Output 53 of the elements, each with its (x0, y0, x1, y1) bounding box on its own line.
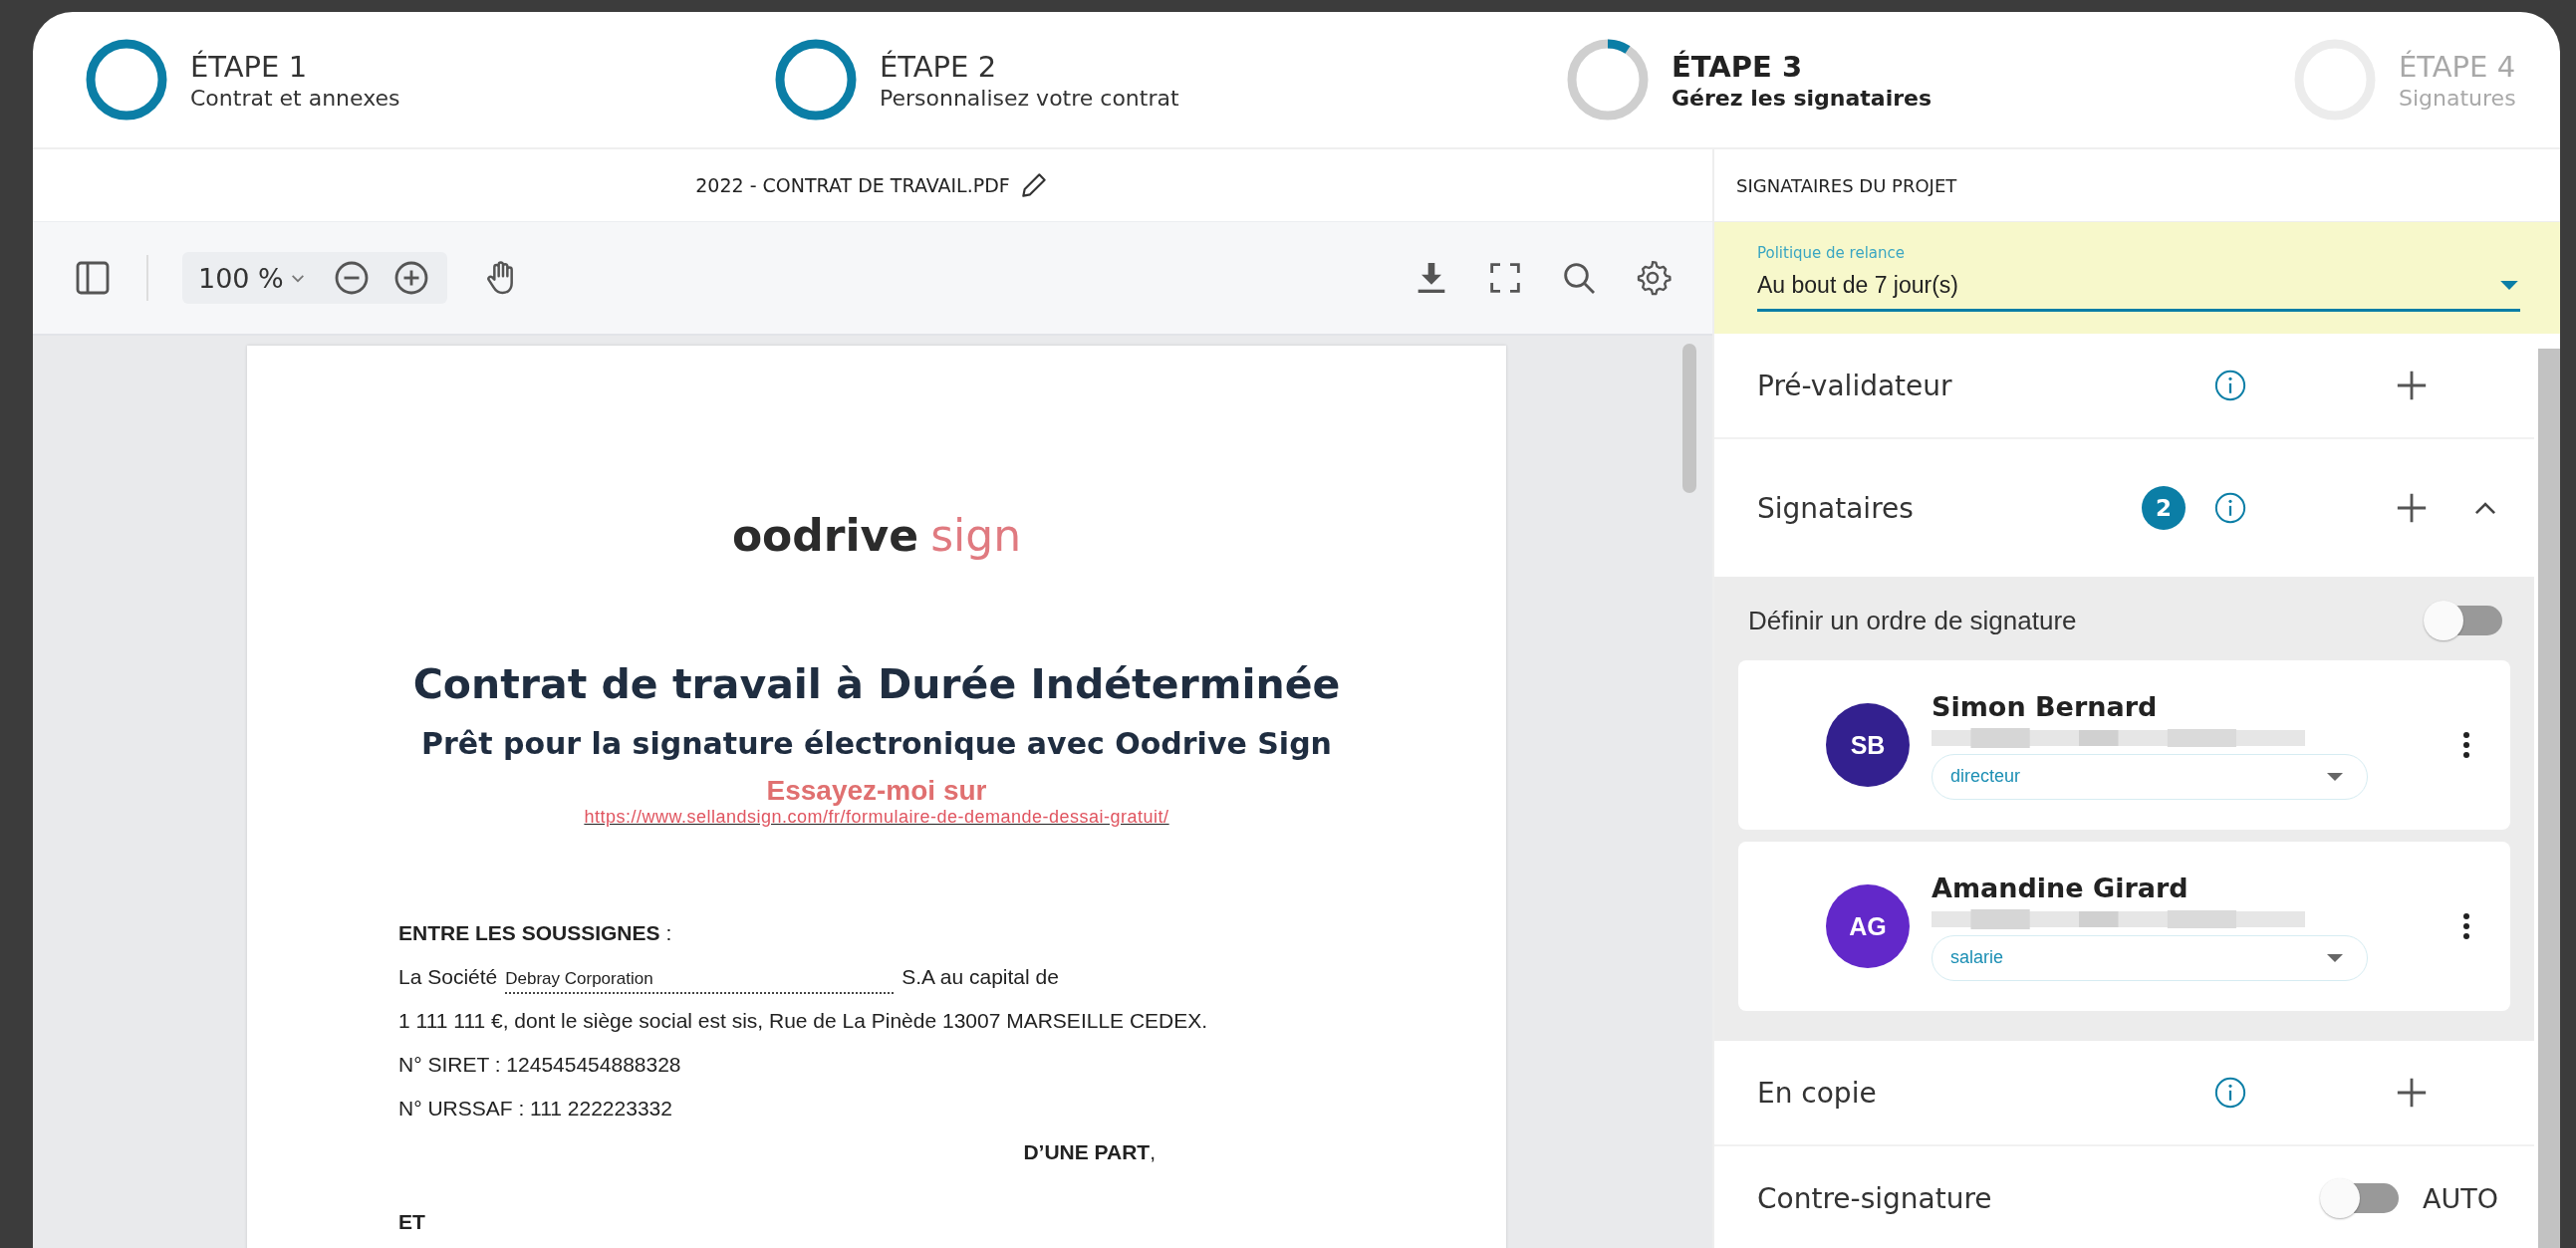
section-label: Signataires (1757, 491, 1915, 525)
signature-order-label: Définir un ordre de signature (1748, 605, 2077, 636)
more-options-icon[interactable] (2462, 731, 2470, 759)
avatar: AG (1826, 884, 1910, 968)
info-icon[interactable] (2213, 369, 2247, 402)
signer-name: Simon Bernard (1932, 690, 2159, 722)
step-caption: Personnalisez votre contrat (880, 85, 1179, 111)
chevron-icon[interactable] (2472, 500, 2498, 516)
info-icon[interactable] (2213, 491, 2247, 525)
company-field: Debray Corporation (505, 966, 895, 994)
dropdown-arrow-icon (2498, 280, 2520, 291)
company-label: La Société (398, 964, 498, 990)
step-label: ÉTAPE 1 (190, 49, 309, 84)
avatar: SB (1826, 703, 1910, 787)
add-icon[interactable] (2395, 491, 2429, 525)
step-caption: Gérez les signataires (1672, 85, 1932, 111)
trial-link[interactable]: https://www.sellandsign.com/fr/formulaire-de-demande-dessai-gratuit/ (584, 807, 1169, 827)
info-icon[interactable] (2213, 1076, 2247, 1110)
step-label: ÉTAPE 4 (2399, 49, 2516, 84)
step-caption: Signatures (2399, 85, 2516, 111)
parties-heading: ENTRE LES SOUSSIGNES : (398, 920, 673, 946)
select-value: Au bout de 7 jour(s) (1757, 272, 1959, 299)
count-badge: 2 (2142, 486, 2186, 530)
section-label: En copie (1757, 1076, 1878, 1110)
and-text: ET (398, 1209, 426, 1235)
caret-icon (289, 272, 306, 284)
address-text: 1 111 111 €, dont le siège social est sis, Rue de La Pinède 13007 MARSEILLE CEDEX. (398, 1008, 1209, 1034)
field-label: Politique de relance (1757, 244, 1907, 262)
logo-text: oodrive (731, 510, 919, 561)
step-label: ÉTAPE 2 (880, 49, 998, 84)
call-to-action-text: Essayez-moi sur (765, 775, 988, 807)
document-subtitle: Prêt pour la signature électronique avec Oodrive Sign (420, 726, 1333, 761)
step-label: ÉTAPE 3 (1672, 49, 1804, 84)
logo-accent-text: sign (930, 510, 1022, 561)
section-label: Pré-validateur (1757, 369, 1953, 402)
add-icon[interactable] (2395, 1076, 2429, 1110)
urssaf-text: N° URSSAF : 111 222223332 (398, 1096, 673, 1122)
file-name: 2022 - CONTRAT DE TRAVAIL.PDF (695, 174, 1010, 196)
reminder-select[interactable]: Politique de relance Au bout de 7 jour(s) (1714, 222, 2560, 334)
scrollbar-thumb[interactable] (1682, 344, 1696, 493)
step-caption: Contrat et annexes (190, 85, 400, 111)
siret-text: N° SIRET : 124545454888328 (398, 1052, 682, 1078)
capital-label: S.A au capital de (902, 964, 1059, 990)
document-title: Contrat de travail à Durée Indéterminée (411, 660, 1342, 708)
toggle-label: AUTO (2423, 1182, 2498, 1214)
party-end-text: D’UNE PART, (1022, 1139, 1157, 1165)
scrollbar[interactable] (2538, 349, 2560, 1248)
dropdown-arrow-icon (2325, 952, 2345, 963)
dropdown-arrow-icon (2325, 771, 2345, 782)
add-icon[interactable] (2395, 369, 2429, 402)
section-label: Contre-signature (1757, 1181, 1993, 1215)
signer-name: Amandine Girard (1932, 872, 2190, 903)
more-options-icon[interactable] (2462, 912, 2470, 940)
